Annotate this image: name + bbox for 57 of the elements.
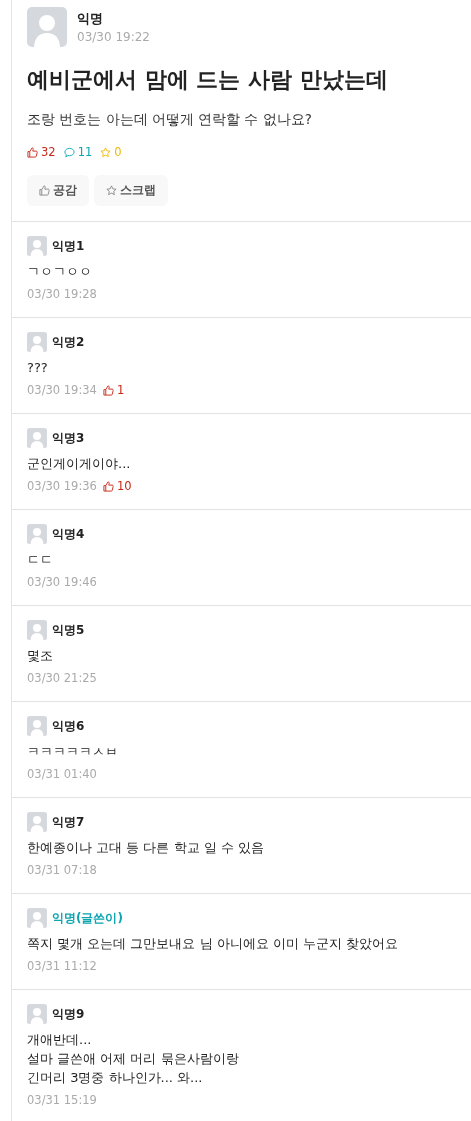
commenter-name: 익명4 xyxy=(52,525,85,543)
comment-text: 쪽지 몇개 오는데 그만보내요 님 아니에요 이미 누군지 찾았어요 xyxy=(27,935,400,953)
comment-time: 03/31 11:12 xyxy=(27,959,97,973)
star-icon xyxy=(100,146,112,158)
comment-text: 군인게이게이야... xyxy=(27,455,132,473)
avatar-icon xyxy=(27,1004,47,1024)
comment-time: 03/31 07:18 xyxy=(27,863,97,877)
comment-text: 긴머리 3명중 하나인가... 와... xyxy=(27,1069,204,1087)
avatar-icon xyxy=(27,524,47,544)
comment-time: 03/30 19:36 xyxy=(27,479,97,493)
comment-count: 11 xyxy=(77,145,93,159)
comment-time: 03/30 19:34 xyxy=(27,383,97,397)
avatar-icon xyxy=(27,7,67,47)
avatar-icon xyxy=(27,332,47,352)
post-body: 조랑 번호는 아는데 어떻게 연락할 수 없나요? xyxy=(27,111,313,129)
comment-text: 몇조 xyxy=(27,647,54,665)
commenter-name: 익명5 xyxy=(52,621,85,639)
comment-time: 03/31 15:19 xyxy=(27,1093,97,1107)
post-title: 예비군에서 맘에 드는 사람 만났는데 xyxy=(27,66,389,94)
avatar-icon xyxy=(27,908,47,928)
like-count: 32 xyxy=(41,145,56,159)
comment-text: 설마 글쓴애 어제 머리 묶은사람이랑 xyxy=(27,1050,240,1068)
like-button[interactable]: 공감 xyxy=(27,175,89,206)
avatar-icon xyxy=(27,716,47,736)
author-name: 익명 xyxy=(77,10,104,28)
commenter-name: 익명6 xyxy=(52,717,85,735)
like-count: 1 xyxy=(116,383,125,397)
comment-text: ㄱㅇㄱㅇㅇ xyxy=(27,263,93,281)
avatar-icon xyxy=(27,236,47,256)
commenter-name: 익명9 xyxy=(52,1005,85,1023)
comment-text: ㅋㅋㅋㅋㅋㅅㅂ xyxy=(27,743,119,761)
thumbs-up-icon xyxy=(27,146,38,158)
comment-text: 개애반데... xyxy=(27,1031,93,1049)
star-icon xyxy=(106,185,117,196)
comment-icon xyxy=(63,146,75,158)
thumbs-up-icon xyxy=(102,384,114,396)
commenter-name: 익명7 xyxy=(52,813,85,831)
commenter-name: 익명(글쓴이) xyxy=(52,909,123,927)
like-count: 10 xyxy=(116,479,132,493)
comment-time: 03/31 01:40 xyxy=(27,767,97,781)
thumbs-up-icon xyxy=(39,185,50,196)
scrap-count: 0 xyxy=(114,145,122,159)
commenter-name: 익명2 xyxy=(52,333,85,351)
avatar-icon xyxy=(27,812,47,832)
comment-time: 03/30 19:46 xyxy=(27,575,97,589)
comment-text: ??? xyxy=(27,359,49,377)
post-time: 03/30 19:22 xyxy=(77,30,150,44)
comment-time: 03/30 19:28 xyxy=(27,287,97,301)
commenter-name: 익명3 xyxy=(52,429,85,447)
scrap-button[interactable]: 스크랩 xyxy=(94,175,168,206)
avatar-icon xyxy=(27,620,47,640)
commenter-name: 익명1 xyxy=(52,237,85,255)
avatar-icon xyxy=(27,428,47,448)
comment-text: ㄷㄷ xyxy=(27,551,54,569)
thumbs-up-icon xyxy=(102,480,114,492)
comment-time: 03/30 21:25 xyxy=(27,671,97,685)
comment-text: 한예종이나 고대 등 다른 학교 일 수 있음 xyxy=(27,839,265,857)
